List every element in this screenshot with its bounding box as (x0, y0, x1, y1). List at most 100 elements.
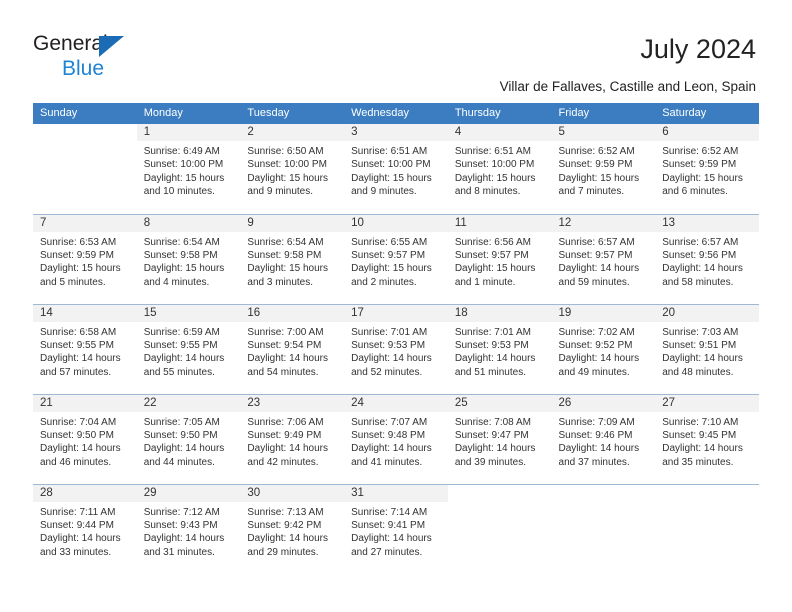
day-details: Sunrise: 6:55 AM Sunset: 9:57 PM Daylight:… (344, 232, 448, 290)
daylight-text: and 44 minutes. (143, 456, 215, 468)
calendar-day-2[interactable]: 2 Sunrise: 6:50 AM Sunset: 10:00 PM Dayligh… (240, 124, 345, 213)
calendar-table: Sunday Monday Tuesday Wednesday Thursday Frid… (33, 103, 759, 574)
calendar-day-3[interactable]: 3 Sunrise: 6:51 AM Sunset: 10:00 PM Dayligh… (344, 124, 448, 213)
day-number-band: 16 (240, 304, 345, 322)
day-number: 21 (40, 396, 53, 409)
calendar-day-27[interactable]: 27 Sunrise: 7:10 AM Sunset: 9:45 PM Dayligh… (655, 394, 759, 484)
calendar-week-row: 21 Sunrise: 7:04 AM Sunset: 9:50 PM Dayligh… (33, 393, 759, 484)
sunrise-text: Sunrise: 6:50 AM (247, 146, 324, 157)
sunset-text: Sunset: 9:58 PM (247, 249, 322, 261)
day-details (552, 502, 656, 506)
day-number-band: 18 (447, 304, 552, 322)
sunrise-text: Sunrise: 7:03 AM (662, 326, 739, 338)
day-number-band: 9 (240, 214, 345, 232)
sunset-text: Sunset: 9:59 PM (40, 249, 114, 261)
calendar-day-21[interactable]: 21 Sunrise: 7:04 AM Sunset: 9:50 PM Dayligh… (33, 394, 137, 484)
day-number: 30 (247, 486, 261, 499)
daylight-text: and 2 minutes. (351, 276, 417, 288)
daylight-text: Daylight: 14 hours (143, 353, 225, 365)
day-number-band: 2 (240, 124, 345, 141)
sunset-text: Sunset: 9:48 PM (351, 429, 426, 441)
calendar-cell: 31 Sunrise: 7:14 AM Sunset: 9:41 PM Dayligh… (344, 483, 448, 574)
calendar-day-4[interactable]: 4 Sunrise: 6:51 AM Sunset: 10:00 PM Dayligh… (447, 124, 552, 213)
calendar-page: General Blue July 2024 Villar de Fallave… (0, 0, 792, 612)
sunrise-text: Sunrise: 6:56 AM (454, 236, 531, 248)
calendar-day-5[interactable]: 5 Sunrise: 6:52 AM Sunset: 9:59 PM Daylight… (551, 124, 656, 213)
sunrise-text: Sunrise: 7:01 AM (454, 326, 531, 338)
calendar-day-6[interactable]: 6 Sunrise: 6:52 AM Sunset: 9:59 PM Daylight… (655, 124, 759, 213)
calendar-day-22[interactable]: 22 Sunrise: 7:05 AM Sunset: 9:50 PM Dayligh… (136, 394, 241, 484)
calendar-day-20[interactable]: 20 Sunrise: 7:03 AM Sunset: 9:51 PM Dayligh… (655, 304, 759, 394)
daylight-text: and 29 minutes. (247, 546, 319, 558)
day-details: Sunrise: 6:58 AM Sunset: 9:55 PM Daylight:… (33, 322, 137, 380)
day-number-band: 10 (344, 214, 448, 232)
weekday-header-tuesday: Tuesday (240, 103, 345, 124)
calendar-day-12[interactable]: 12 Sunrise: 6:57 AM Sunset: 9:57 PM Dayligh… (551, 214, 656, 304)
calendar-day-17[interactable]: 17 Sunrise: 7:01 AM Sunset: 9:53 PM Dayligh… (344, 304, 448, 394)
daylight-text: Daylight: 14 hours (40, 353, 121, 365)
calendar-day-11[interactable]: 11 Sunrise: 6:56 AM Sunset: 9:57 PM Dayligh… (447, 214, 552, 304)
day-details: Sunrise: 6:51 AM Sunset: 10:00 PM Daylight… (344, 141, 448, 199)
daylight-text: and 10 minutes. (143, 186, 215, 198)
calendar-day-25[interactable]: 25 Sunrise: 7:08 AM Sunset: 9:47 PM Dayligh… (447, 394, 552, 484)
calendar-day-23[interactable]: 23 Sunrise: 7:06 AM Sunset: 9:49 PM Dayligh… (240, 394, 345, 484)
daylight-text: and 37 minutes. (558, 456, 630, 468)
general-blue-logo[interactable]: General Blue (33, 32, 213, 84)
calendar-day-13[interactable]: 13 Sunrise: 6:57 AM Sunset: 9:56 PM Dayligh… (655, 214, 759, 304)
calendar-cell: 24 Sunrise: 7:07 AM Sunset: 9:48 PM Dayligh… (344, 393, 448, 484)
day-number: 12 (558, 216, 572, 229)
sunrise-text: Sunrise: 7:14 AM (351, 506, 428, 518)
calendar-day-9[interactable]: 9 Sunrise: 6:54 AM Sunset: 9:58 PM Daylight… (240, 214, 345, 304)
calendar-cell: 8 Sunrise: 6:54 AM Sunset: 9:58 PM Daylight… (136, 213, 241, 304)
day-number: 20 (662, 306, 676, 319)
logo-text-blue: Blue (62, 57, 105, 80)
calendar-day-28[interactable]: 28 Sunrise: 7:11 AM Sunset: 9:44 PM Dayligh… (33, 484, 137, 574)
calendar-day-7[interactable]: 7 Sunrise: 6:53 AM Sunset: 9:59 PM Daylight… (33, 214, 137, 304)
day-number-band: 6 (655, 124, 759, 141)
day-number: 27 (662, 396, 676, 409)
calendar-day-8[interactable]: 8 Sunrise: 6:54 AM Sunset: 9:58 PM Daylight… (136, 214, 241, 304)
calendar-cell: 10 Sunrise: 6:55 AM Sunset: 9:57 PM Dayligh… (344, 213, 448, 304)
daylight-text: Daylight: 14 hours (40, 533, 121, 545)
day-number-band: 11 (447, 214, 552, 232)
calendar-day-30[interactable]: 30 Sunrise: 7:13 AM Sunset: 9:42 PM Dayligh… (240, 484, 345, 574)
calendar-day-10[interactable]: 10 Sunrise: 6:55 AM Sunset: 9:57 PM Dayligh… (344, 214, 448, 304)
sunset-text: Sunset: 9:53 PM (351, 339, 426, 351)
calendar-day-26[interactable]: 26 Sunrise: 7:09 AM Sunset: 9:46 PM Dayligh… (551, 394, 656, 484)
calendar-cell: 28 Sunrise: 7:11 AM Sunset: 9:44 PM Dayligh… (33, 483, 137, 574)
day-number: 14 (40, 306, 53, 319)
daylight-text: and 6 minutes. (662, 186, 728, 198)
sunrise-text: Sunrise: 7:01 AM (351, 326, 428, 338)
sunset-text: Sunset: 9:59 PM (558, 159, 633, 171)
calendar-week-row: 1 Sunrise: 6:49 AM Sunset: 10:00 PM Dayligh… (33, 124, 759, 214)
day-details: Sunrise: 7:05 AM Sunset: 9:50 PM Daylight:… (137, 412, 241, 470)
day-details: Sunrise: 6:59 AM Sunset: 9:55 PM Daylight:… (137, 322, 241, 380)
calendar-day-24[interactable]: 24 Sunrise: 7:07 AM Sunset: 9:48 PM Dayligh… (344, 394, 448, 484)
daylight-text: Daylight: 14 hours (662, 353, 743, 365)
calendar-day-29[interactable]: 29 Sunrise: 7:12 AM Sunset: 9:43 PM Dayligh… (136, 484, 241, 574)
daylight-text: Daylight: 14 hours (558, 443, 640, 455)
calendar-week-row: 7 Sunrise: 6:53 AM Sunset: 9:59 PM Daylight… (33, 213, 759, 304)
calendar-day-31[interactable]: 31 Sunrise: 7:14 AM Sunset: 9:41 PM Dayligh… (344, 484, 448, 574)
sunrise-text: Sunrise: 7:10 AM (662, 416, 739, 428)
calendar-day-1[interactable]: 1 Sunrise: 6:49 AM Sunset: 10:00 PM Dayligh… (136, 124, 241, 213)
sunrise-text: Sunrise: 6:57 AM (558, 236, 635, 248)
sunset-text: Sunset: 9:50 PM (143, 429, 218, 441)
calendar-day-16[interactable]: 16 Sunrise: 7:00 AM Sunset: 9:54 PM Dayligh… (240, 304, 345, 394)
calendar-cell: 12 Sunrise: 6:57 AM Sunset: 9:57 PM Dayligh… (551, 213, 656, 304)
day-number-band (33, 124, 137, 141)
sunset-text: Sunset: 9:56 PM (662, 249, 737, 261)
calendar-day-18[interactable]: 18 Sunrise: 7:01 AM Sunset: 9:53 PM Dayligh… (447, 304, 552, 394)
day-number-band: 30 (240, 484, 345, 502)
daylight-text: and 59 minutes. (558, 276, 630, 288)
calendar-day-15[interactable]: 15 Sunrise: 6:59 AM Sunset: 9:55 PM Dayligh… (136, 304, 241, 394)
calendar-day-14[interactable]: 14 Sunrise: 6:58 AM Sunset: 9:55 PM Dayligh… (33, 304, 137, 394)
day-details: Sunrise: 7:00 AM Sunset: 9:54 PM Daylight:… (240, 322, 344, 380)
daylight-text: and 5 minutes. (40, 276, 106, 288)
daylight-text: and 48 minutes. (662, 366, 734, 378)
daylight-text: Daylight: 15 hours (143, 172, 225, 184)
daylight-text: Daylight: 15 hours (351, 172, 432, 184)
calendar-cell: 29 Sunrise: 7:12 AM Sunset: 9:43 PM Dayligh… (136, 483, 241, 574)
calendar-day-19[interactable]: 19 Sunrise: 7:02 AM Sunset: 9:52 PM Dayligh… (551, 304, 656, 394)
day-number: 3 (351, 126, 358, 138)
